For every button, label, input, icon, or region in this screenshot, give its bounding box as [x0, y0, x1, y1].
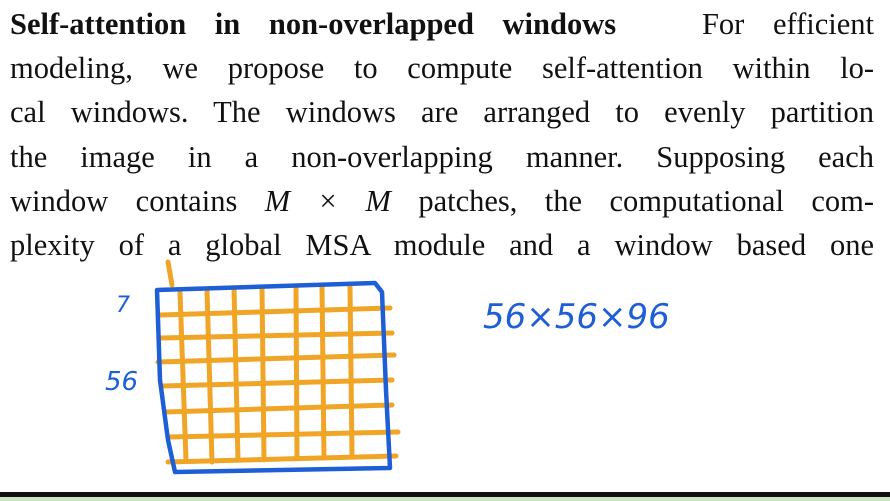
grid-line [162, 402, 395, 415]
side-length-label: 56 [105, 367, 138, 397]
grid-line [165, 453, 399, 465]
grid-line [157, 305, 393, 318]
orange-window-grid [155, 259, 401, 465]
grid-line [165, 429, 401, 440]
grid-line [165, 259, 175, 288]
bottom-status-strip [0, 497, 890, 501]
grid-line [347, 284, 355, 458]
handwritten-annotation: 7 56 56×56×96 [105, 259, 670, 475]
grid-line [159, 377, 395, 389]
grid-line [155, 352, 397, 365]
grid-line [157, 330, 395, 341]
dimension-label: 56×56×96 [483, 297, 670, 337]
window-size-label: 7 [116, 293, 130, 318]
